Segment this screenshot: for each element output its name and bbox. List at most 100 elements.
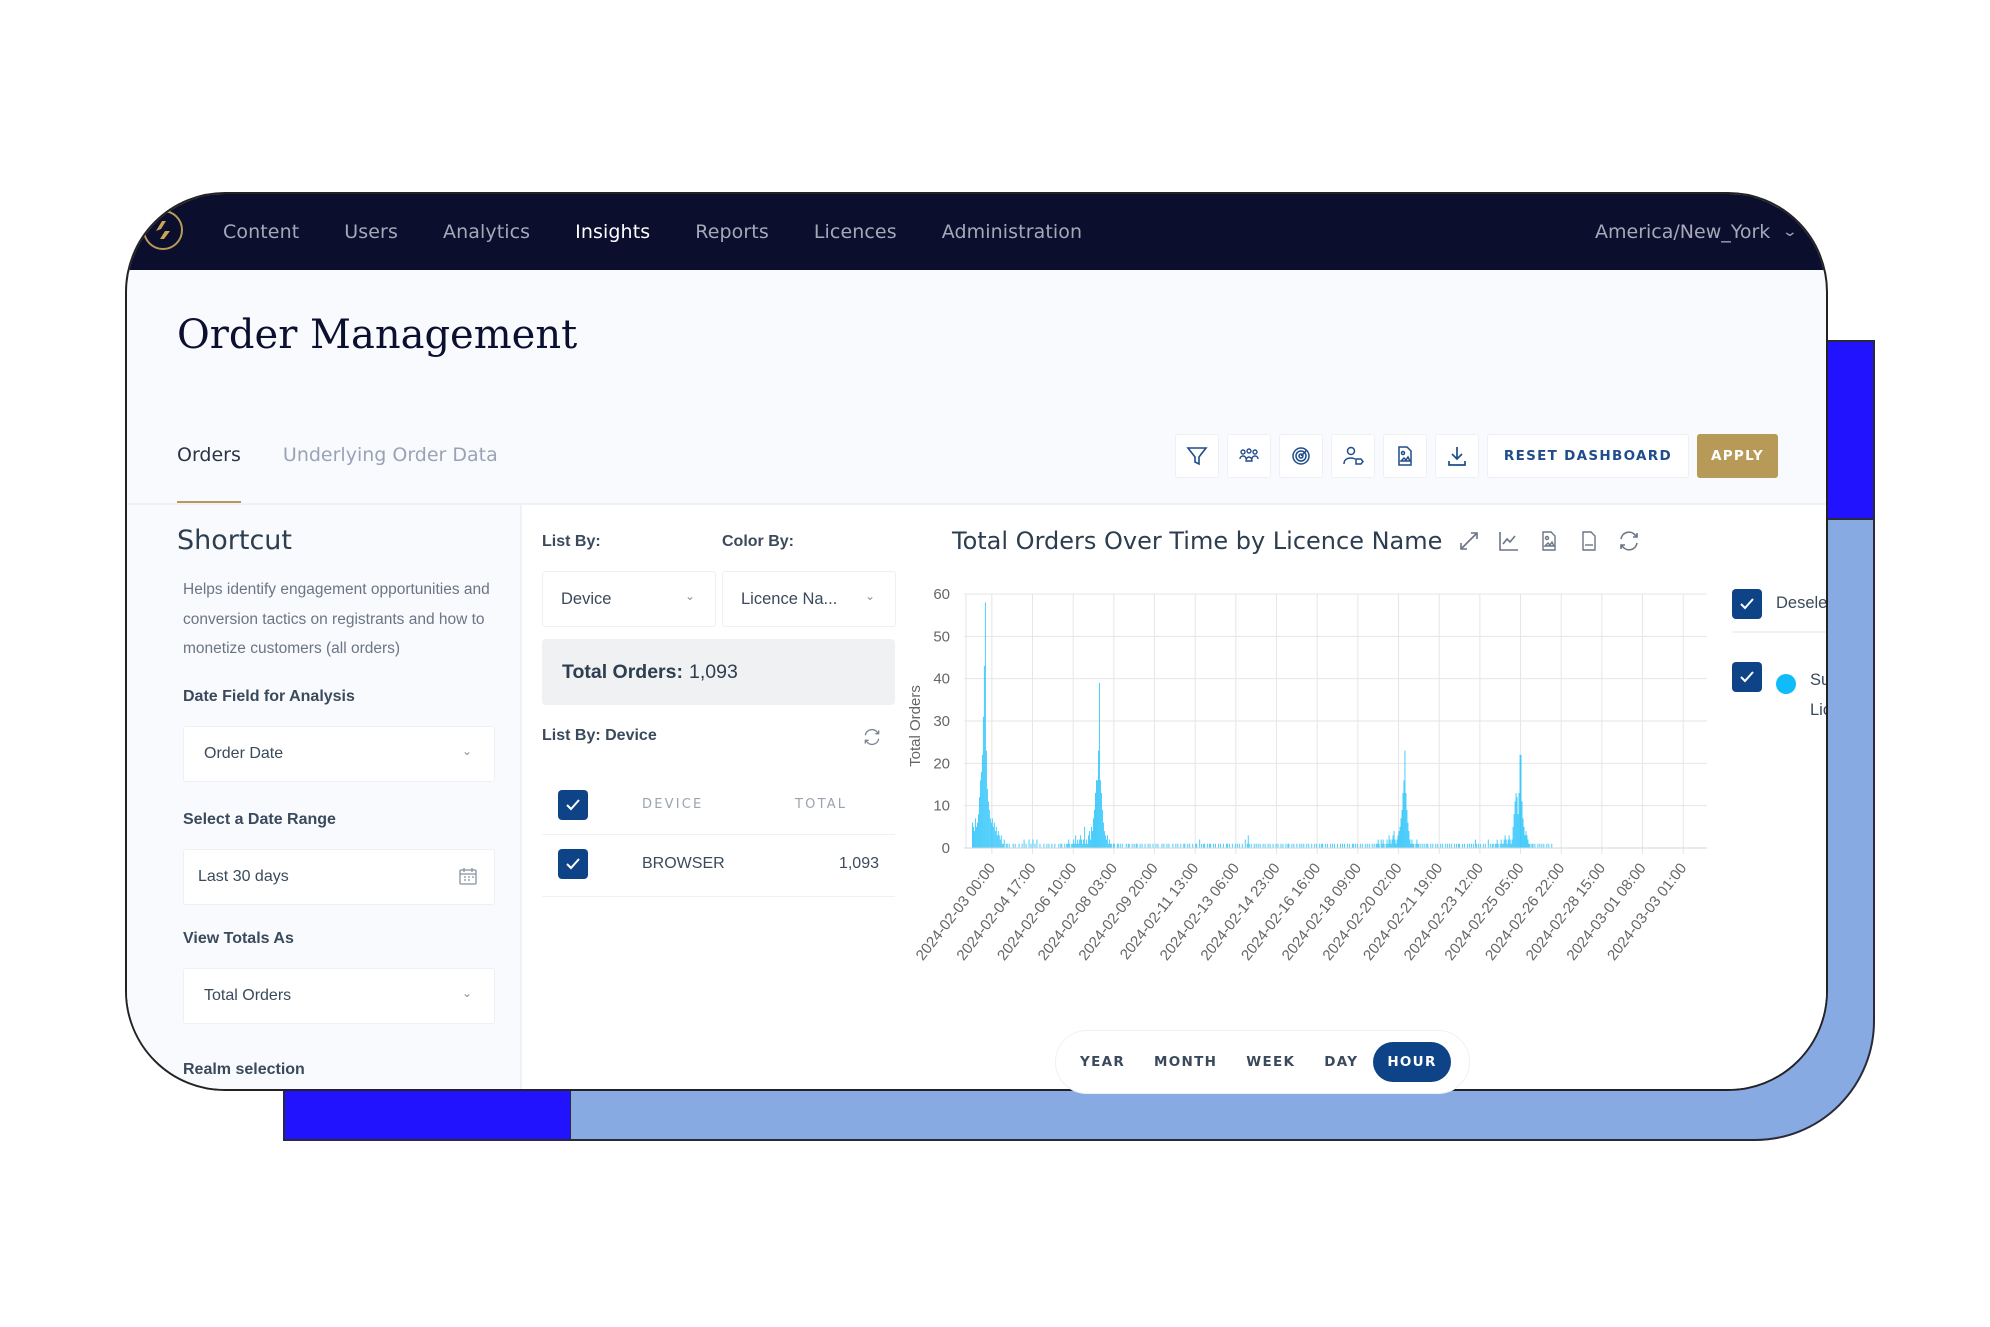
bar [1385, 843, 1387, 848]
bar [1094, 792, 1096, 848]
bar [1321, 843, 1323, 848]
export-image-button[interactable] [1382, 434, 1427, 478]
bar [1543, 843, 1545, 848]
bar [1456, 843, 1458, 848]
bar [1267, 843, 1269, 848]
download-button[interactable] [1434, 434, 1479, 478]
bar [1109, 843, 1111, 848]
bar [1201, 843, 1203, 848]
bar [1477, 843, 1479, 848]
bar [1405, 792, 1407, 848]
nav-item-insights[interactable]: Insights [575, 221, 650, 243]
bar [1247, 835, 1249, 848]
granularity-hour[interactable]: HOUR [1373, 1042, 1451, 1082]
nav-item-content[interactable]: Content [223, 221, 299, 243]
granularity-week[interactable]: WEEK [1246, 1054, 1295, 1070]
bar [1293, 843, 1295, 848]
color-by-select[interactable]: Licence Na... ⌄ [722, 571, 896, 627]
row-checkbox[interactable] [558, 849, 588, 879]
bar [1409, 839, 1411, 848]
granularity-year[interactable]: YEAR [1080, 1054, 1125, 1070]
nav-item-administration[interactable]: Administration [942, 221, 1082, 243]
bar [1077, 839, 1079, 848]
nav-item-licences[interactable]: Licences [814, 221, 897, 243]
tab-orders[interactable]: Orders [177, 444, 241, 504]
view-totals-label: View Totals As [183, 930, 294, 947]
bar [1537, 843, 1539, 848]
bar [973, 831, 975, 848]
apply-button[interactable]: APPLY [1696, 434, 1778, 478]
bar [1327, 843, 1329, 848]
bar [1067, 843, 1069, 848]
bar [1397, 835, 1399, 848]
logo-icon[interactable] [143, 210, 183, 250]
bar [1521, 801, 1523, 848]
bar [995, 826, 997, 848]
reset-dashboard-button[interactable]: RESET DASHBOARD [1486, 434, 1689, 478]
bar [1391, 839, 1393, 848]
bar [1352, 843, 1354, 848]
bar [1411, 839, 1413, 848]
bar [1534, 843, 1536, 848]
bar [986, 788, 988, 848]
bar [1526, 835, 1528, 848]
view-totals-select[interactable]: Total Orders ⌄ [183, 968, 495, 1024]
bar [1104, 835, 1106, 848]
bar [1100, 792, 1102, 848]
bar [1108, 839, 1110, 848]
bar [1139, 843, 1141, 848]
nav-item-reports[interactable]: Reports [695, 221, 769, 243]
bar [1081, 839, 1083, 848]
filter-button[interactable] [1174, 434, 1219, 478]
color-by-label: Color By: [722, 533, 794, 550]
date-range-input[interactable]: Last 30 days [183, 849, 495, 905]
bar [1133, 843, 1135, 848]
bar [1389, 839, 1391, 848]
bar [1472, 843, 1474, 848]
deselect-all-label: Deselect All [1776, 594, 1828, 612]
bar [1518, 792, 1520, 848]
time-granularity-selector: YEAR MONTH WEEK DAY HOUR [1055, 1030, 1470, 1094]
chevron-down-icon: ⌄ [864, 589, 875, 603]
check-icon [566, 799, 580, 811]
list-by-label: List By: [542, 533, 601, 550]
bar [984, 602, 986, 848]
date-field-select[interactable]: Order Date ⌄ [183, 726, 495, 782]
legend-item-checkbox[interactable] [1732, 662, 1762, 692]
tab-underlying-order-data[interactable]: Underlying Order Data [283, 444, 498, 504]
deselect-all-checkbox[interactable] [1732, 589, 1762, 619]
bar [1117, 843, 1119, 848]
bar [1386, 839, 1388, 848]
bar [1516, 797, 1518, 848]
bar [1308, 843, 1310, 848]
granularity-month[interactable]: MONTH [1154, 1054, 1217, 1070]
target-button[interactable] [1278, 434, 1323, 478]
audience-button[interactable] [1226, 434, 1271, 478]
check-icon [566, 858, 580, 870]
bar [1366, 843, 1368, 848]
bar [972, 826, 974, 848]
list-by-select[interactable]: Device ⌄ [542, 571, 716, 627]
granularity-day[interactable]: DAY [1324, 1054, 1358, 1070]
bar [992, 826, 994, 848]
bar [1079, 839, 1081, 848]
timezone-select[interactable]: America/New_York ⌄ [1595, 194, 1798, 270]
bar [1144, 843, 1146, 848]
bar [1417, 843, 1419, 848]
bar [1330, 843, 1332, 848]
select-all-checkbox[interactable] [558, 790, 588, 820]
bar [1099, 780, 1101, 848]
nav-item-users[interactable]: Users [344, 221, 398, 243]
top-nav: Content Users Analytics Insights Reports Lice… [127, 194, 1826, 270]
calendar-icon[interactable] [458, 866, 478, 891]
bar [1046, 843, 1048, 848]
refresh-list-button[interactable] [862, 727, 882, 752]
bar [1097, 750, 1099, 848]
bar [1121, 843, 1123, 848]
bar [1157, 843, 1159, 848]
nav-item-analytics[interactable]: Analytics [443, 221, 530, 243]
bar [994, 831, 996, 848]
bar [1440, 843, 1442, 848]
user-segment-button[interactable] [1330, 434, 1375, 478]
column-header-device: DEVICE [642, 797, 704, 812]
